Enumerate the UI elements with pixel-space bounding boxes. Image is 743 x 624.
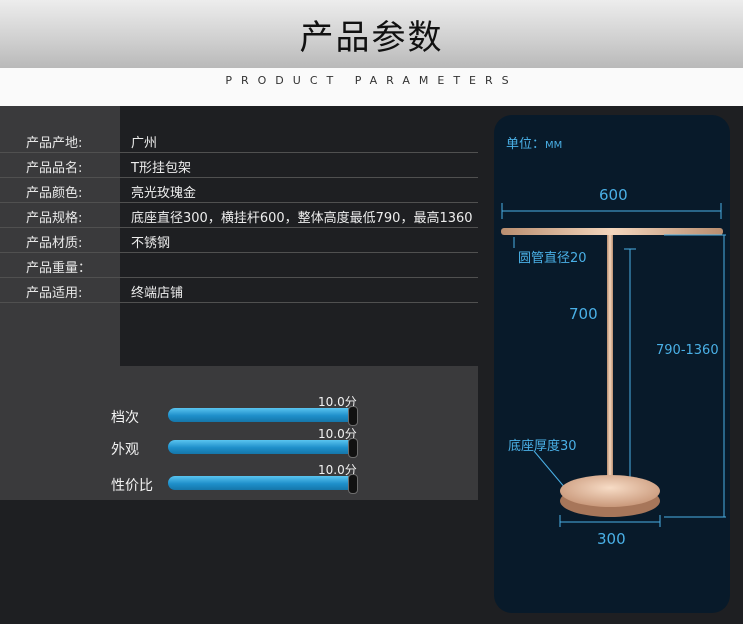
width-label: 600: [599, 186, 628, 204]
spec-label: 产品产地:: [26, 136, 83, 151]
unit-text: 单位：: [506, 137, 546, 152]
rating-bar-fill: [168, 440, 356, 454]
header-band: 产品参数: [0, 0, 743, 68]
base-top: [560, 475, 660, 507]
rating-bar: [168, 408, 356, 422]
rating-bar: [168, 440, 356, 454]
rating-label: 档次: [111, 410, 139, 426]
rating-value: 性价比 10.0分: [0, 462, 478, 498]
rating-bar: [168, 476, 356, 490]
page-subtitle: PRODUCT PARAMETERS: [225, 74, 518, 87]
rating-grade: 档次 10.0分: [0, 394, 478, 430]
spec-row-weight: 产品重量：: [0, 253, 478, 278]
spec-value: 亮光玫瑰金: [131, 186, 197, 201]
subtitle-band: PRODUCT PARAMETERS: [0, 68, 743, 106]
spec-label: 产品颜色:: [26, 186, 83, 201]
spec-label: 产品品名:: [26, 161, 83, 176]
unit-mm: MM: [545, 140, 563, 151]
spec-row-material: 产品材质: 不锈钢: [0, 228, 478, 253]
spec-row-origin: 产品产地: 广州: [0, 128, 478, 153]
unit-label: 单位：MM: [506, 133, 562, 152]
spec-value: 不锈钢: [131, 236, 171, 251]
base-diameter-label: 300: [597, 530, 626, 548]
rating-appearance: 外观 10.0分: [0, 426, 478, 462]
pole-height-label: 700: [569, 305, 598, 323]
rating-bar-fill: [168, 408, 356, 422]
spec-value: 终端店铺: [131, 286, 184, 301]
spec-label: 产品适用:: [26, 286, 83, 301]
spec-value: 底座直径300，横挂杆600，整体高度最低790，最高1360: [131, 211, 473, 226]
spec-table: 产品产地: 广州 产品品名: T形挂包架 产品颜色: 亮光玫瑰金 产品规格: 底…: [0, 128, 478, 303]
rating-knob: [348, 474, 358, 494]
rating-panel: 档次 10.0分 外观 10.0分 性价比 10.0分: [0, 366, 478, 500]
spec-row-name: 产品品名: T形挂包架: [0, 153, 478, 178]
spec-label: 产品重量：: [26, 261, 92, 276]
spec-row-color: 产品颜色: 亮光玫瑰金: [0, 178, 478, 203]
spec-row-usage: 产品适用: 终端店铺: [0, 278, 478, 303]
rating-knob: [348, 438, 358, 458]
crossbar: [501, 228, 723, 235]
base-leader: [533, 450, 567, 490]
pole: [607, 235, 613, 487]
spec-value: 广州: [131, 136, 158, 151]
tube-label: 圆管直径20: [518, 251, 587, 266]
rating-bar-fill: [168, 476, 356, 490]
total-height-label: 790-1360: [656, 343, 719, 358]
spec-label: 产品规格:: [26, 211, 83, 226]
base-thickness-label: 底座厚度30: [508, 439, 577, 454]
spec-label: 产品材质:: [26, 236, 83, 251]
rating-label: 性价比: [111, 478, 153, 494]
spec-row-size: 产品规格: 底座直径300，横挂杆600，整体高度最低790，最高1360: [0, 203, 478, 228]
rating-knob: [348, 406, 358, 426]
spec-value: T形挂包架: [131, 161, 191, 176]
page-title: 产品参数: [299, 18, 444, 58]
rating-label: 外观: [111, 442, 139, 458]
dimension-diagram: 单位：MM 600 圆管直径20 700 790-1360 底座厚度30 300: [494, 115, 730, 613]
